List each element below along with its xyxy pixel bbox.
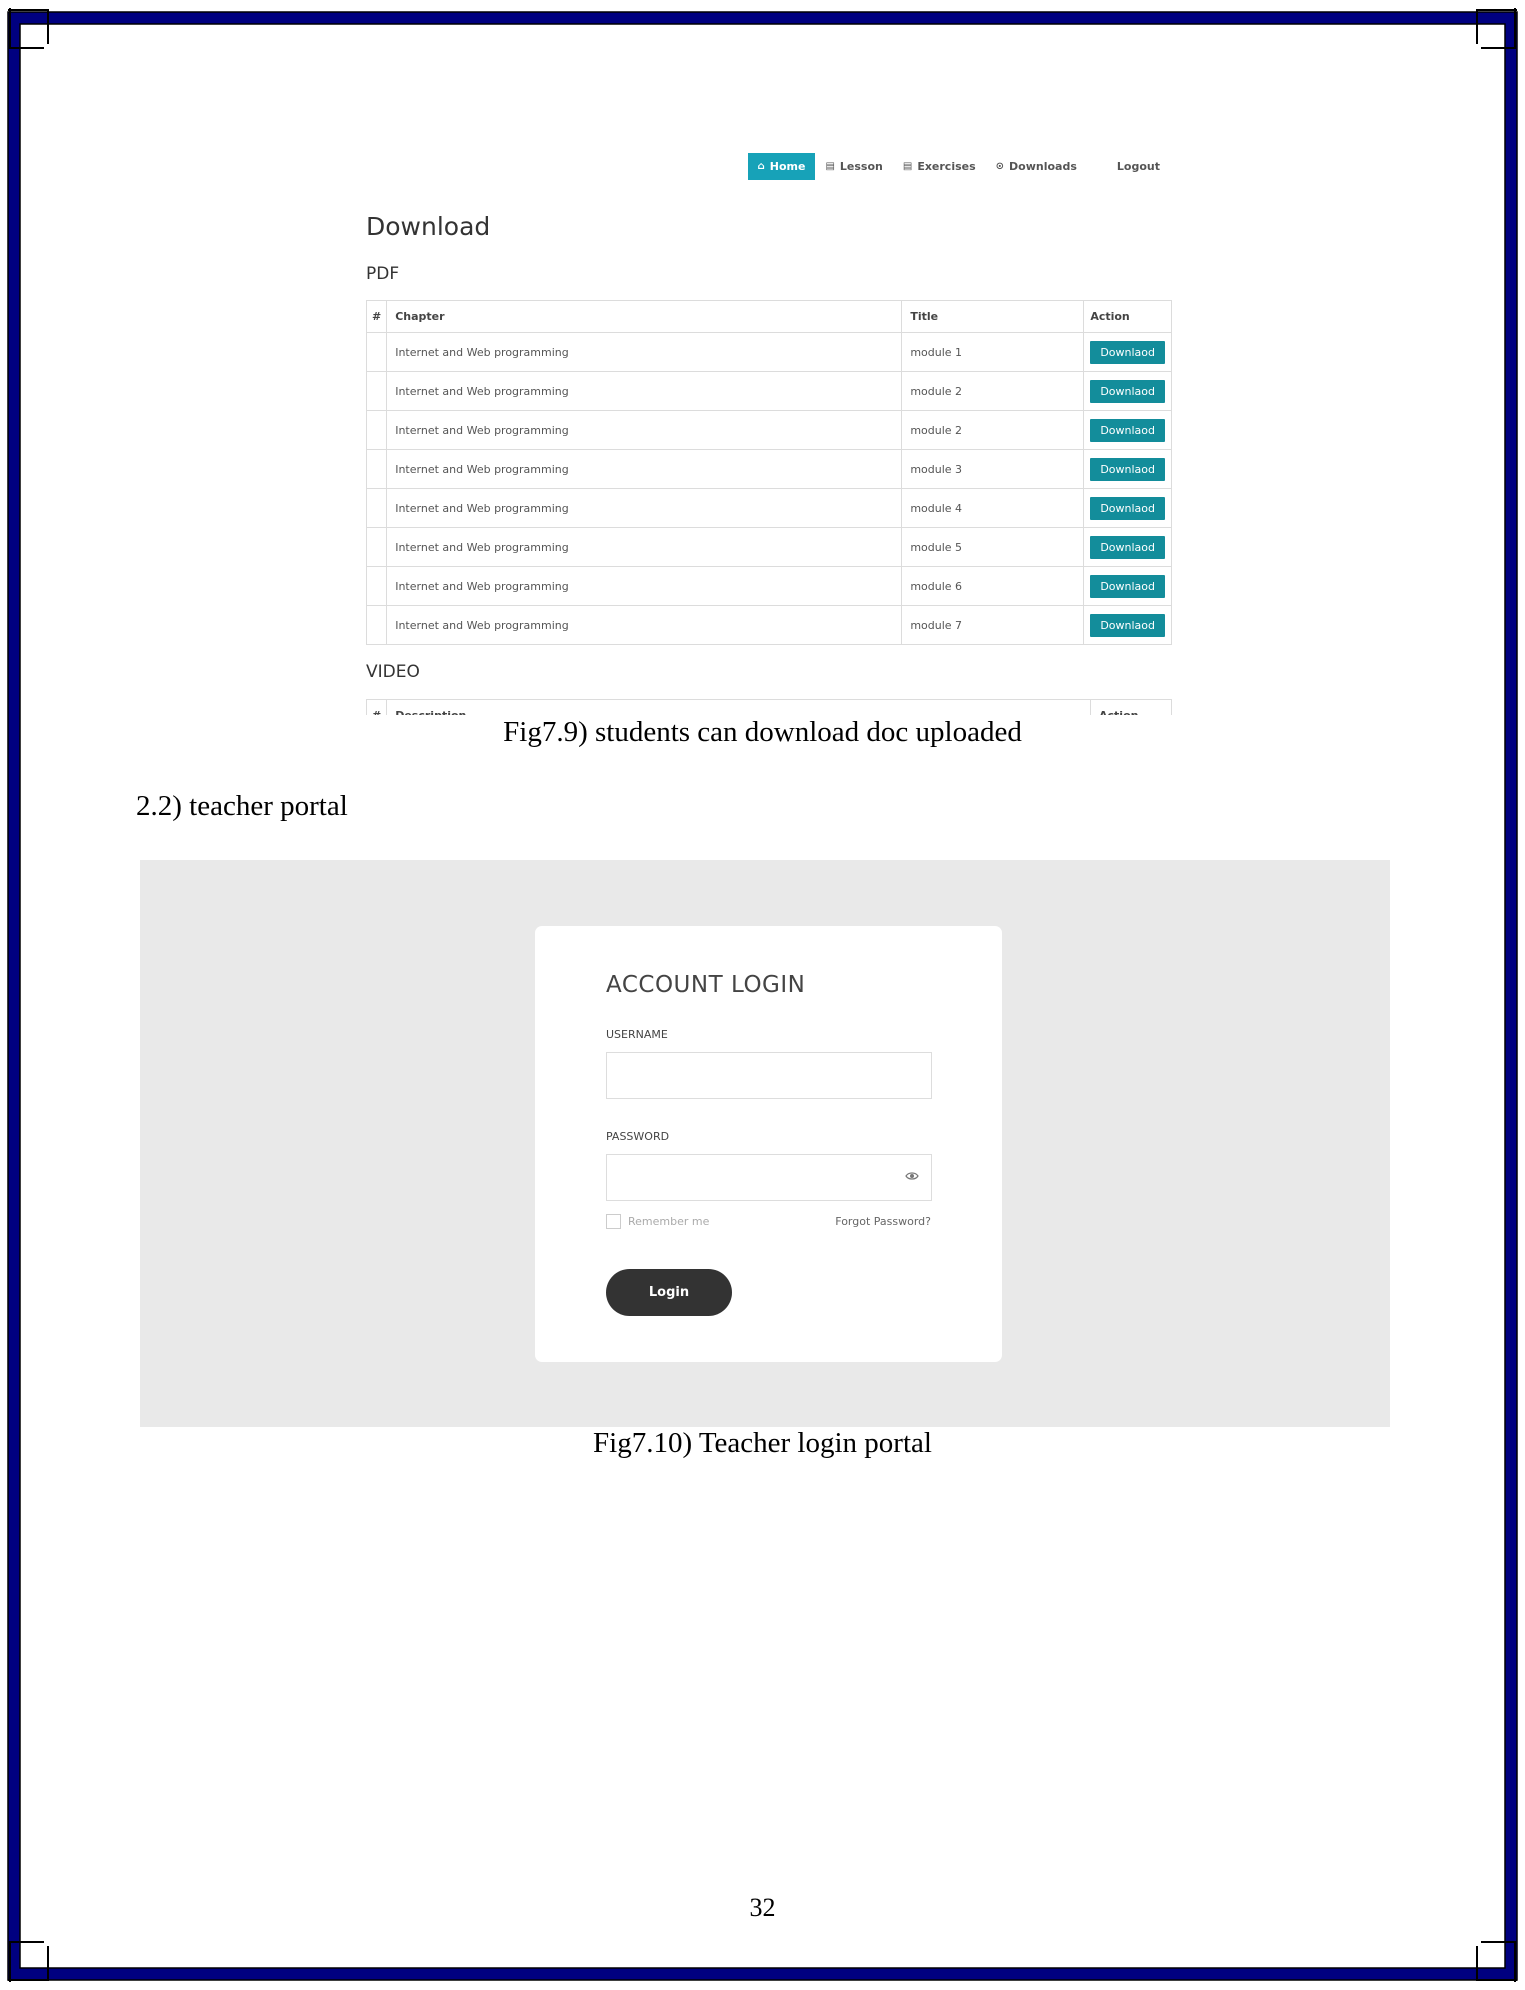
cell-action: Downlaod — [1083, 371, 1172, 411]
cell-title: module 7 — [901, 605, 1085, 645]
cell-action: Downlaod — [1083, 410, 1172, 450]
cell-num — [365, 332, 388, 372]
remember-me[interactable]: Remember me — [606, 1214, 709, 1229]
cell-action: Downlaod — [1083, 332, 1172, 372]
col-header-num: # — [365, 300, 388, 333]
username-field[interactable] — [606, 1052, 932, 1099]
download-button[interactable]: Downlaod — [1090, 496, 1165, 520]
downloads-screenshot: ⌂ Home ▤ Lesson ▤ Exercises ⊙ Downloads Logo… — [360, 140, 1180, 715]
login-title: ACCOUNT LOGIN — [606, 972, 806, 998]
username-label: USERNAME — [606, 1028, 668, 1041]
nav-lesson-label: Lesson — [839, 160, 883, 173]
download-button[interactable]: Downlaod — [1090, 535, 1165, 559]
col-header-action: Action — [1083, 300, 1172, 333]
nav-lesson[interactable]: ▤ Lesson — [815, 153, 892, 180]
cell-num — [365, 488, 388, 528]
cell-title: module 2 — [901, 410, 1085, 450]
cell-num — [365, 371, 388, 411]
section-heading: 2.2) teacher portal — [136, 790, 348, 822]
cell-chapter: Internet and Web programming — [386, 605, 903, 645]
login-card: ACCOUNT LOGIN USERNAME PASSWORD Remember… — [535, 926, 1002, 1362]
cell-num — [365, 449, 388, 489]
nav-home[interactable]: ⌂ Home — [747, 153, 816, 180]
table-row: Internet and Web programming module 4 Down… — [365, 488, 1172, 528]
page-title: Download — [366, 212, 491, 241]
pdf-table: # Chapter Title Action Internet and Web … — [365, 300, 1172, 645]
login-button[interactable]: Login — [606, 1269, 732, 1316]
cell-num — [365, 527, 388, 567]
table-row: Internet and Web programming module 3 Down… — [365, 449, 1172, 489]
col-header-description: Description — [386, 699, 1091, 715]
cell-action: Downlaod — [1083, 449, 1172, 489]
table-row: Internet and Web programming module 5 Down… — [365, 527, 1172, 567]
nav-exercises[interactable]: ▤ Exercises — [893, 153, 986, 180]
cell-title: module 5 — [901, 527, 1085, 567]
list-icon: ▤ — [825, 161, 835, 172]
nav-logout-label: Logout — [1116, 160, 1160, 173]
table-row: Internet and Web programming module 7 Down… — [365, 605, 1172, 645]
cell-action: Downlaod — [1083, 527, 1172, 567]
video-heading: VIDEO — [366, 662, 420, 682]
col-header-title: Title — [901, 300, 1085, 333]
video-table: # Description Action — [365, 699, 1172, 715]
table-row: Internet and Web programming module 2 Down… — [365, 371, 1172, 411]
nav-downloads[interactable]: ⊙ Downloads — [986, 153, 1087, 180]
cell-chapter: Internet and Web programming — [386, 488, 903, 528]
nav-logout[interactable]: Logout — [1107, 153, 1170, 180]
home-icon: ⌂ — [757, 161, 765, 172]
cell-chapter: Internet and Web programming — [386, 527, 903, 567]
cell-chapter: Internet and Web programming — [386, 449, 903, 489]
col-header-action: Action — [1090, 699, 1172, 715]
pdf-heading: PDF — [366, 264, 400, 284]
top-nav: ⌂ Home ▤ Lesson ▤ Exercises ⊙ Downloads Logo… — [747, 153, 1170, 180]
download-circle-icon: ⊙ — [995, 161, 1005, 172]
cell-action: Downlaod — [1083, 605, 1172, 645]
download-button[interactable]: Downlaod — [1090, 574, 1165, 598]
download-button[interactable]: Downlaod — [1090, 613, 1165, 637]
cell-num — [365, 566, 388, 606]
col-header-num: # — [365, 699, 388, 715]
cell-num — [365, 605, 388, 645]
cell-chapter: Internet and Web programming — [386, 332, 903, 372]
page-number: 32 — [749, 1893, 776, 1922]
cell-chapter: Internet and Web programming — [386, 371, 903, 411]
cell-action: Downlaod — [1083, 488, 1172, 528]
eye-icon[interactable] — [905, 1169, 919, 1183]
cell-title: module 1 — [901, 332, 1085, 372]
download-button[interactable]: Downlaod — [1090, 340, 1165, 364]
cell-chapter: Internet and Web programming — [386, 566, 903, 606]
figure-caption: Fig7.9) students can download doc upload… — [503, 716, 1022, 748]
remember-label: Remember me — [628, 1215, 710, 1228]
download-button[interactable]: Downlaod — [1090, 418, 1165, 442]
password-label: PASSWORD — [606, 1130, 670, 1143]
table-row: Internet and Web programming module 6 Down… — [365, 566, 1172, 606]
nav-downloads-label: Downloads — [1009, 160, 1077, 173]
download-button[interactable]: Downlaod — [1090, 457, 1165, 481]
nav-home-label: Home — [769, 160, 806, 173]
figure-caption: Fig7.10) Teacher login portal — [593, 1427, 932, 1459]
cell-num — [365, 410, 388, 450]
cell-title: module 6 — [901, 566, 1085, 606]
list-icon: ▤ — [902, 161, 913, 172]
forgot-password-link[interactable]: Forgot Password? — [835, 1215, 931, 1228]
table-header-row: # Chapter Title Action — [365, 300, 1172, 333]
cell-title: module 2 — [901, 371, 1085, 411]
login-screenshot: ACCOUNT LOGIN USERNAME PASSWORD Remember… — [140, 860, 1390, 1427]
cell-action: Downlaod — [1083, 566, 1172, 606]
remember-checkbox[interactable] — [606, 1214, 621, 1229]
table-row: Internet and Web programming module 2 Down… — [365, 410, 1172, 450]
col-header-chapter: Chapter — [386, 300, 903, 333]
password-field[interactable] — [606, 1154, 932, 1201]
table-header-row: # Description Action — [365, 699, 1172, 715]
nav-exercises-label: Exercises — [917, 160, 976, 173]
cell-title: module 4 — [901, 488, 1085, 528]
cell-title: module 3 — [901, 449, 1085, 489]
download-button[interactable]: Downlaod — [1090, 379, 1165, 403]
cell-chapter: Internet and Web programming — [386, 410, 903, 450]
table-row: Internet and Web programming module 1 Down… — [365, 332, 1172, 372]
